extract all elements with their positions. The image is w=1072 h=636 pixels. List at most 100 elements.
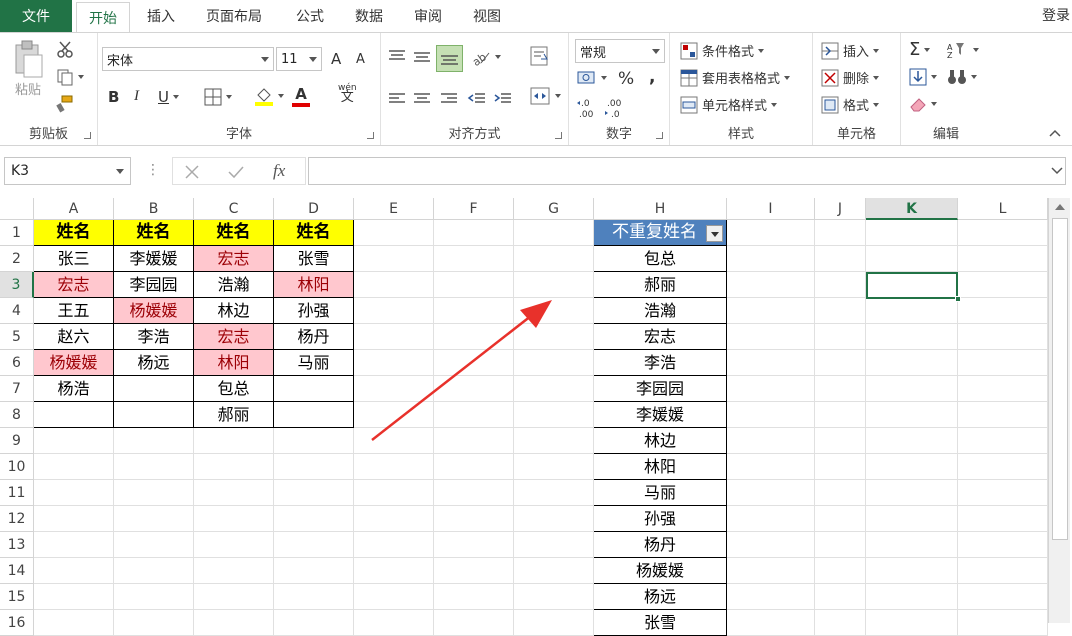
unique-name-cell[interactable]: 孙强 bbox=[594, 506, 727, 532]
table-cell[interactable]: 林阳 bbox=[194, 350, 274, 376]
table-cell[interactable] bbox=[34, 402, 114, 428]
grid-cell[interactable] bbox=[866, 402, 958, 428]
align-bottom-button[interactable] bbox=[436, 45, 463, 72]
column-header-g[interactable]: G bbox=[514, 198, 594, 220]
fill-handle[interactable] bbox=[955, 296, 961, 302]
grid-cell[interactable] bbox=[354, 246, 434, 272]
row-header-1[interactable]: 1 bbox=[0, 220, 34, 246]
row-header-16[interactable]: 16 bbox=[0, 610, 34, 636]
row-header-3[interactable]: 3 bbox=[0, 272, 34, 298]
unique-name-cell[interactable]: 杨丹 bbox=[594, 532, 727, 558]
shrink-font-button[interactable]: A bbox=[356, 52, 365, 67]
unique-name-cell[interactable]: 宏志 bbox=[594, 324, 727, 350]
grid-cell[interactable] bbox=[815, 246, 866, 272]
grid-cell[interactable] bbox=[434, 532, 514, 558]
clipboard-launcher-icon[interactable] bbox=[84, 132, 91, 139]
row-header-2[interactable]: 2 bbox=[0, 246, 34, 272]
row-header-11[interactable]: 11 bbox=[0, 480, 34, 506]
enter-check-icon[interactable] bbox=[227, 163, 245, 181]
grid-cell[interactable] bbox=[866, 350, 958, 376]
grid-cell[interactable] bbox=[866, 506, 958, 532]
grid-cell[interactable] bbox=[958, 402, 1048, 428]
grid-cell[interactable] bbox=[958, 506, 1048, 532]
grid-cell[interactable] bbox=[114, 480, 194, 506]
row-header-6[interactable]: 6 bbox=[0, 350, 34, 376]
grid-cell[interactable] bbox=[34, 506, 114, 532]
grid-cell[interactable] bbox=[194, 610, 274, 636]
align-left-icon[interactable] bbox=[387, 91, 407, 107]
tab-file[interactable]: 文件 bbox=[0, 0, 72, 32]
row-header-8[interactable]: 8 bbox=[0, 402, 34, 428]
grid-cell[interactable] bbox=[727, 558, 815, 584]
table-cell[interactable]: 张三 bbox=[34, 246, 114, 272]
grid-cell[interactable] bbox=[958, 220, 1048, 246]
column-header-k[interactable]: K bbox=[866, 198, 958, 220]
grid-cell[interactable] bbox=[274, 584, 354, 610]
grid-cell[interactable] bbox=[727, 350, 815, 376]
unique-name-cell[interactable]: 马丽 bbox=[594, 480, 727, 506]
grid-cell[interactable] bbox=[958, 246, 1048, 272]
row-header-7[interactable]: 7 bbox=[0, 376, 34, 402]
grid-cell[interactable] bbox=[354, 480, 434, 506]
grid-cell[interactable] bbox=[514, 246, 594, 272]
percent-button[interactable]: % bbox=[618, 69, 634, 89]
grid-cell[interactable] bbox=[727, 272, 815, 298]
grid-cell[interactable] bbox=[354, 558, 434, 584]
table-cell[interactable]: 张雪 bbox=[274, 246, 354, 272]
paste-button[interactable]: 粘贴 bbox=[10, 39, 46, 98]
grid-cell[interactable] bbox=[514, 454, 594, 480]
grid-cell[interactable] bbox=[958, 558, 1048, 584]
name-box[interactable]: K3 bbox=[4, 157, 131, 185]
grid-cell[interactable] bbox=[727, 298, 815, 324]
tab-insert[interactable]: 插入 bbox=[147, 0, 175, 32]
row-header-14[interactable]: 14 bbox=[0, 558, 34, 584]
bold-button[interactable]: B bbox=[108, 88, 119, 106]
border-button[interactable] bbox=[204, 88, 232, 106]
grid-cell[interactable] bbox=[194, 558, 274, 584]
unique-name-cell[interactable]: 李园园 bbox=[594, 376, 727, 402]
column-header-b[interactable]: B bbox=[114, 198, 194, 220]
table-cell[interactable]: 李媛媛 bbox=[114, 246, 194, 272]
grid-cell[interactable] bbox=[194, 428, 274, 454]
align-center-icon[interactable] bbox=[412, 91, 432, 107]
grid-cell[interactable] bbox=[866, 610, 958, 636]
merge-center-button[interactable] bbox=[529, 85, 561, 107]
table-cell[interactable]: 李园园 bbox=[114, 272, 194, 298]
grid-cell[interactable] bbox=[434, 506, 514, 532]
column-header-j[interactable]: J bbox=[815, 198, 866, 220]
grid-cell[interactable] bbox=[727, 376, 815, 402]
grid-cell[interactable] bbox=[434, 480, 514, 506]
table-cell[interactable]: 杨媛媛 bbox=[34, 350, 114, 376]
grid-cell[interactable] bbox=[958, 584, 1048, 610]
grow-font-button[interactable]: A bbox=[331, 50, 341, 68]
table-cell[interactable]: 杨浩 bbox=[34, 376, 114, 402]
number-launcher-icon[interactable] bbox=[656, 132, 663, 139]
format-as-table-button[interactable]: 套用表格格式 bbox=[680, 68, 791, 87]
grid-cell[interactable] bbox=[354, 584, 434, 610]
grid-cell[interactable] bbox=[815, 220, 866, 246]
accounting-format-button[interactable] bbox=[577, 69, 607, 87]
font-launcher-icon[interactable] bbox=[367, 132, 374, 139]
grid-cell[interactable] bbox=[815, 558, 866, 584]
table-cell[interactable]: 林阳 bbox=[274, 272, 354, 298]
table-cell[interactable]: 李浩 bbox=[114, 324, 194, 350]
fill-color-button[interactable] bbox=[254, 85, 284, 107]
grid-cell[interactable] bbox=[514, 480, 594, 506]
grid-cell[interactable] bbox=[815, 324, 866, 350]
row-header-5[interactable]: 5 bbox=[0, 324, 34, 350]
table-cell[interactable]: 杨远 bbox=[114, 350, 194, 376]
grid-cell[interactable] bbox=[114, 532, 194, 558]
tab-formulas[interactable]: 公式 bbox=[296, 0, 324, 32]
grid-cell[interactable] bbox=[34, 480, 114, 506]
grid-cell[interactable] bbox=[866, 584, 958, 610]
table-cell[interactable]: 林边 bbox=[194, 298, 274, 324]
unique-name-cell[interactable]: 郝丽 bbox=[594, 272, 727, 298]
copy-button[interactable] bbox=[56, 68, 84, 86]
grid-cell[interactable] bbox=[727, 246, 815, 272]
grid-cell[interactable] bbox=[727, 454, 815, 480]
grid-cell[interactable] bbox=[514, 532, 594, 558]
tab-page-layout[interactable]: 页面布局 bbox=[206, 0, 262, 32]
grid-cell[interactable] bbox=[866, 298, 958, 324]
grid-cell[interactable] bbox=[866, 480, 958, 506]
table-header-cell[interactable]: 姓名 bbox=[114, 220, 194, 246]
